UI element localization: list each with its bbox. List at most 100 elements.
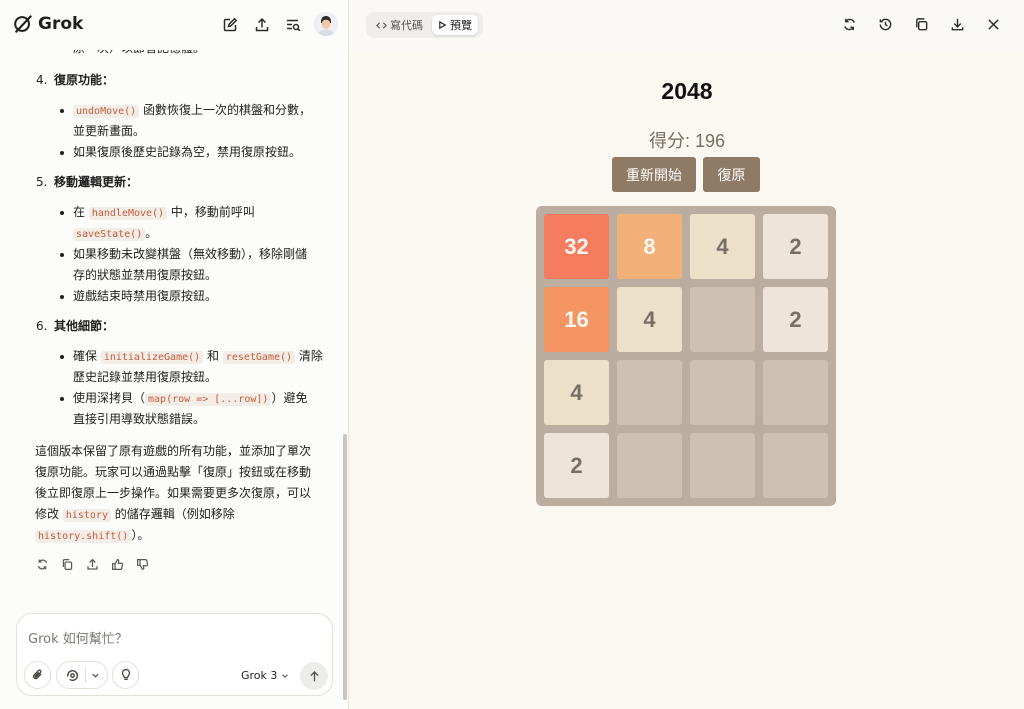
- bullet: [60, 397, 64, 401]
- empty-cell: [763, 360, 828, 425]
- close-button[interactable]: [984, 15, 1002, 33]
- think-button[interactable]: [112, 661, 139, 689]
- preview-panel: 寫代碼 預覽 2048 得分: 196 重新開始 復原 32 8 4 2 16 4 2 4 2: [350, 0, 1024, 709]
- chat-text: 確保 initializeGame() 和 resetGame() 清除: [73, 349, 323, 364]
- chat-text: 修改 history 的儲存邏輯（例如移除: [35, 507, 235, 522]
- grok-logo[interactable]: Grok: [12, 13, 83, 35]
- share-icon[interactable]: [85, 557, 99, 571]
- attach-button[interactable]: [24, 661, 51, 689]
- chevron-down-icon[interactable]: [91, 671, 100, 680]
- chat-text: undoMove() 函數恢復上一次的棋盤和分數，: [73, 100, 311, 122]
- history-search-button[interactable]: [282, 14, 304, 36]
- play-icon: [439, 20, 447, 30]
- deepsearch-icon: [66, 669, 78, 681]
- tile-2: 2: [763, 287, 828, 352]
- tab-code[interactable]: 寫代碼: [370, 15, 429, 35]
- message-composer[interactable]: Grok 如何幫忙？ Grok 3: [16, 613, 333, 696]
- thumbs-up-icon[interactable]: [110, 557, 124, 571]
- restart-button[interactable]: 重新開始: [612, 157, 696, 192]
- code-snippet: initializeGame(): [100, 351, 204, 364]
- upload-icon: [255, 17, 269, 32]
- copy-button[interactable]: [912, 15, 930, 33]
- chat-text: 如果移動未改變棋盤（無效移動），移除剛儲: [73, 247, 308, 261]
- thumbs-down-icon[interactable]: [135, 557, 149, 571]
- chat-header: Grok: [0, 0, 348, 50]
- section-title: 其他細節：: [54, 319, 115, 333]
- chat-text: history.shift()）。: [35, 525, 149, 547]
- regenerate-icon[interactable]: [35, 557, 49, 571]
- tile-16: 16: [544, 287, 609, 352]
- chat-scrollbar[interactable]: [343, 434, 347, 700]
- code-snippet: map(row => [...row]): [145, 393, 272, 406]
- chat-text: 遊戲結束時禁用復原按鈕。: [73, 289, 218, 303]
- bullet: [60, 109, 64, 113]
- empty-cell: [690, 360, 755, 425]
- history-icon: [879, 18, 891, 30]
- model-selector[interactable]: Grok 3: [241, 669, 289, 682]
- empty-cell: [690, 433, 755, 498]
- tile-8: 8: [617, 214, 682, 279]
- game-title: 2048: [661, 78, 713, 104]
- game-board[interactable]: 32 8 4 2 16 4 2 4 2: [536, 206, 836, 506]
- code-snippet: history: [62, 509, 111, 522]
- refresh-button[interactable]: [840, 15, 858, 33]
- arrow-up-icon: [309, 670, 319, 681]
- chat-text: 後立即復原上一步操作。如果需要更多次復原，可以: [35, 486, 312, 500]
- chevron-down-icon: [282, 673, 289, 678]
- section-number: 6.: [36, 319, 48, 333]
- list-search-icon: [286, 19, 300, 32]
- bullet: [60, 253, 64, 257]
- tab-preview[interactable]: 預覽: [432, 15, 478, 35]
- paperclip-icon: [32, 669, 42, 680]
- edit-icon: [223, 17, 238, 32]
- download-button[interactable]: [948, 15, 966, 33]
- chat-text: 歷史記錄並禁用復原按鈕。: [73, 370, 218, 384]
- undo-button[interactable]: 復原: [703, 157, 760, 192]
- copy-icon: [915, 17, 927, 30]
- copy-icon[interactable]: [60, 557, 74, 571]
- deepsearch-toggle[interactable]: [56, 661, 108, 689]
- share-button[interactable]: [251, 14, 273, 36]
- section-number: 4.: [36, 73, 48, 87]
- section-title: 復原功能：: [54, 73, 115, 87]
- code-snippet: history.shift(): [35, 530, 132, 543]
- send-button[interactable]: [300, 662, 328, 690]
- chat-text: 直接引用導致狀態錯誤。: [73, 412, 206, 426]
- bullet: [60, 295, 64, 299]
- new-chat-button[interactable]: [219, 14, 241, 36]
- empty-cell: [763, 433, 828, 498]
- lightbulb-icon: [121, 668, 130, 681]
- message-actions: [35, 557, 149, 571]
- section-number: 5.: [36, 175, 48, 189]
- section-title: 移動邏輯更新：: [54, 175, 139, 189]
- empty-cell: [617, 360, 682, 425]
- chat-transcript: 原一次）以節省記憶體。 4. 復原功能： undoMove() 函數恢復上一次的…: [0, 0, 340, 709]
- chat-text: 如果復原後歷史記錄為空，禁用復原按鈕。: [73, 145, 302, 159]
- message-input[interactable]: Grok 如何幫忙？: [28, 628, 128, 647]
- chat-text: 存的狀態並禁用復原按鈕。: [73, 268, 218, 282]
- view-switcher: 寫代碼 預覽: [366, 12, 483, 38]
- chat-text: 在 handleMove() 中，移動前呼叫: [73, 205, 255, 220]
- preview-header: 寫代碼 預覽: [350, 0, 1024, 50]
- divider: [84, 667, 86, 683]
- tile-2: 2: [544, 433, 609, 498]
- bullet: [60, 355, 64, 359]
- tile-32: 32: [544, 214, 609, 279]
- avatar[interactable]: [314, 12, 338, 36]
- empty-cell: [617, 433, 682, 498]
- grok-logo-icon: [14, 15, 32, 33]
- tile-4: 4: [617, 287, 682, 352]
- bullet: [60, 151, 64, 155]
- code-snippet: undoMove(): [73, 105, 140, 118]
- tab-code-label: 寫代碼: [390, 19, 423, 32]
- brand-name: Grok: [38, 14, 84, 34]
- version-history-button[interactable]: [876, 15, 894, 33]
- code-snippet: saveState(): [73, 228, 146, 241]
- chat-panel: 原一次）以節省記憶體。 4. 復原功能： undoMove() 函數恢復上一次的…: [0, 0, 349, 709]
- code-snippet: resetGame(): [222, 351, 296, 364]
- chat-text: 復原功能。玩家可以通過點擊「復原」按鈕或在移動: [35, 465, 312, 479]
- score-display: 得分: 196: [648, 131, 726, 151]
- code-icon: [376, 21, 387, 29]
- chat-text: 這個版本保留了原有遊戲的所有功能，並添加了單次: [35, 444, 312, 458]
- chat-text: saveState()。: [73, 223, 157, 245]
